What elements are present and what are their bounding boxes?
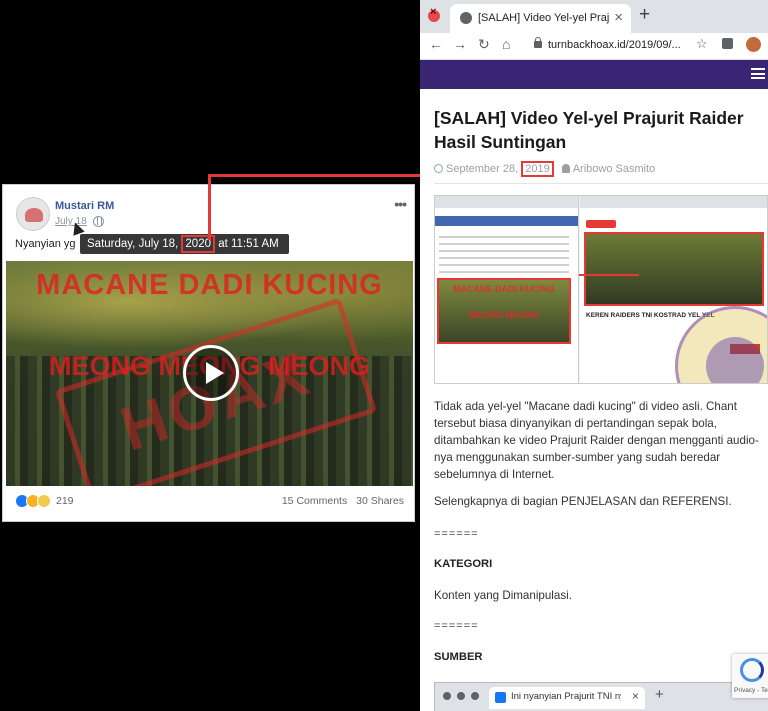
thumb-tab-bar [435, 196, 578, 208]
thumb-overlay-1: MACANE DADI KUCING [453, 284, 555, 294]
tooltip-suffix: at 11:51 AM [215, 238, 279, 250]
hamburger-menu-icon[interactable] [751, 68, 765, 79]
tooltip-prefix: Saturday, July 18, [87, 238, 182, 250]
home-button[interactable]: ⌂ [502, 36, 510, 52]
date-tooltip: Saturday, July 18, 2020 at 11:51 AM [80, 234, 289, 254]
browser-window: [SALAH] Video Yel-yel Praj × + ← → ↻ ⌂ t… [420, 0, 768, 711]
author-name[interactable]: Mustari RM [55, 200, 114, 212]
tab-strip: [SALAH] Video Yel-yel Praj × + [420, 0, 768, 33]
reactions[interactable]: 219 [15, 494, 74, 508]
thumb-yt-tab-bar [580, 196, 767, 208]
window-close-button[interactable] [428, 6, 440, 22]
new-tab-button[interactable]: + [639, 4, 650, 26]
comparison-image[interactable]: MACANE DADI KUCING MEONG MEONG KEREN RAI… [434, 195, 768, 384]
browser-toolbar: ← → ↻ ⌂ turnbackhoax.id/2019/09/... ☆ [420, 33, 768, 60]
article-paragraph-1: Tidak ada yel-yel "Macane dadi kucing" d… [434, 400, 759, 481]
embed-tab-close-icon: × [631, 689, 639, 703]
embedded-browser-screenshot: Ini nyanyian Prajurit TNI nyindir × + [434, 682, 768, 711]
article-author[interactable]: Aribowo Sasmito [573, 163, 656, 175]
back-button[interactable]: ← [429, 36, 443, 52]
thumb-youtube-video [584, 232, 764, 306]
thumb-facebook-bar [435, 216, 578, 226]
post-video[interactable]: MACANE DADI KUCING HOAX MEONG MEONG MEON… [6, 261, 413, 486]
post-stats: 15 Comments 30 Shares [276, 495, 404, 507]
comments-link[interactable]: 15 Comments [282, 495, 347, 507]
globe-icon [93, 216, 104, 227]
facebook-screenshot-thumb: MACANE DADI KUCING MEONG MEONG [435, 196, 579, 383]
article-paragraph-2: Selengkapnya di bagian PENJELASAN dan RE… [434, 495, 732, 508]
site-header [420, 60, 768, 89]
thumb-youtube-title: KEREN RAIDERS TNI KOSTRAD YEL YEL [586, 312, 715, 319]
article-meta: September 28, 2019 Aribowo Sasmito [434, 161, 656, 177]
embed-new-tab-icon: + [655, 686, 664, 703]
article-title: [SALAH] Video Yel-yel Prajurit Raider Ha… [434, 108, 744, 152]
facebook-favicon-icon [495, 692, 506, 703]
video-overlay-title-1: MACANE DADI KUCING [36, 269, 383, 301]
tab-active[interactable]: [SALAH] Video Yel-yel Praj × [450, 4, 631, 33]
separator-1: ====== [434, 528, 479, 540]
person-icon [561, 164, 570, 173]
clock-icon [434, 164, 443, 173]
profile-avatar[interactable] [746, 37, 761, 52]
tab-close-button[interactable]: × [614, 9, 623, 26]
extensions-puzzle-icon[interactable] [722, 38, 733, 49]
youtube-logo-icon [586, 220, 616, 228]
embed-dot-2 [457, 692, 465, 700]
favicon-globe-icon [460, 12, 472, 24]
post-text: Nyanyian yg [15, 238, 76, 250]
separator-2: ====== [434, 620, 479, 632]
reaction-count: 219 [56, 495, 74, 507]
avatar[interactable] [16, 197, 50, 231]
thumb-facebook-video: MACANE DADI KUCING MEONG MEONG [437, 278, 571, 344]
embed-tab: Ini nyanyian Prajurit TNI nyindir × [489, 687, 645, 709]
article-year-highlight: 2019 [521, 161, 554, 177]
comparison-connector-line-vertical [208, 174, 211, 240]
thumb-overlay-2: MEONG MEONG [468, 310, 540, 320]
more-options-button[interactable]: ••• [394, 196, 407, 212]
embed-dot-1 [443, 692, 451, 700]
recaptcha-label[interactable]: Privacy - Te [734, 687, 768, 694]
article-date[interactable]: September 28, [446, 163, 521, 175]
recaptcha-logo-icon [740, 658, 764, 682]
recaptcha-badge[interactable]: Privacy - Te [732, 654, 768, 698]
shares-link[interactable]: 30 Shares [356, 495, 404, 507]
thumb-post-text [439, 236, 569, 276]
embed-tab-title: Ini nyanyian Prajurit TNI nyindir [511, 691, 621, 702]
embed-dot-3 [471, 692, 479, 700]
play-button-icon[interactable] [183, 345, 239, 401]
lock-icon[interactable] [534, 37, 542, 48]
composite-screenshot: Mustari RM July 18 ••• Nyanyian yg Satur… [0, 0, 768, 711]
wow-reaction-icon [37, 494, 51, 508]
forward-button[interactable]: → [453, 36, 467, 52]
address-bar[interactable]: turnbackhoax.id/2019/09/... [548, 39, 681, 51]
kategori-value: Konten yang Dimanipulasi. [434, 589, 572, 602]
bookmark-star-icon[interactable]: ☆ [696, 36, 708, 52]
reload-button[interactable]: ↻ [478, 36, 490, 53]
tab-title: [SALAH] Video Yel-yel Praj [478, 12, 610, 24]
heading-sumber: SUMBER [434, 651, 483, 663]
heading-kategori: KATEGORI [434, 558, 493, 570]
divider [434, 183, 768, 184]
thumb-connector-line [579, 274, 639, 276]
